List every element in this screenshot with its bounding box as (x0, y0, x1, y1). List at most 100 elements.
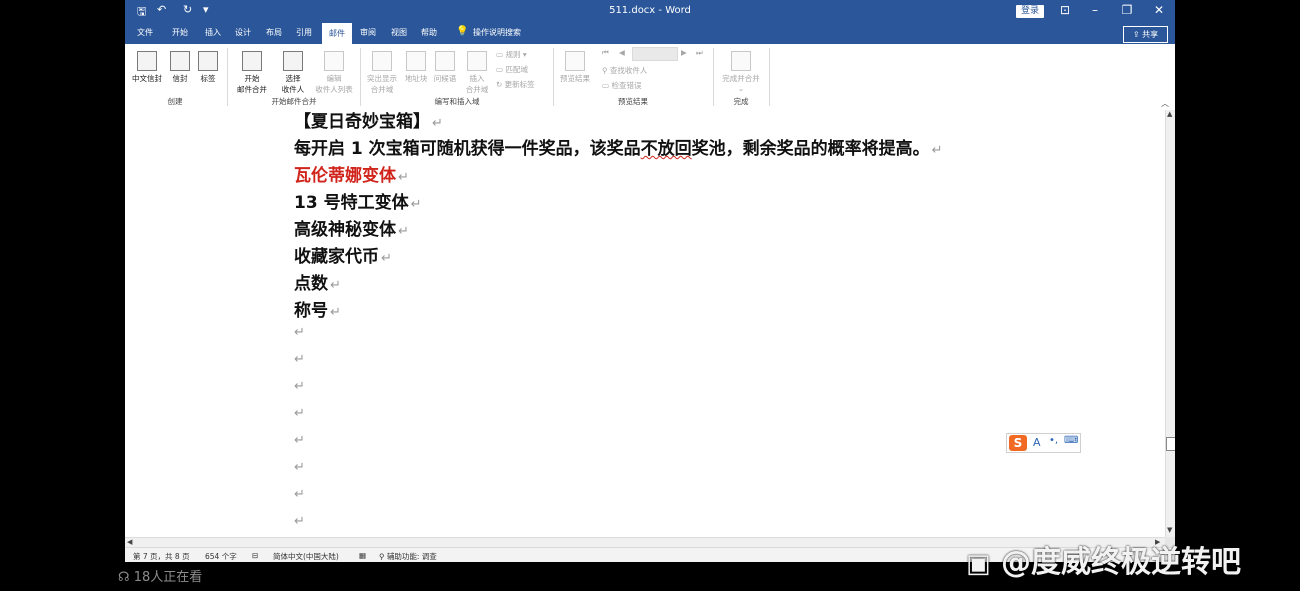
tab-mailings[interactable]: 邮件 (322, 23, 352, 44)
page-count[interactable]: 第 7 页，共 8 页 (133, 551, 190, 562)
first-record-icon[interactable]: ⏮ (602, 48, 609, 58)
select-label: 选择 (285, 74, 301, 83)
tab-file[interactable]: 文件 (137, 27, 153, 38)
punctuation-icon[interactable]: •, (1049, 435, 1058, 446)
ime-mode-letter[interactable]: A (1033, 436, 1041, 449)
tell-me-search[interactable]: 操作说明搜索 (473, 27, 521, 38)
empty-paragraph[interactable]: ↵ (294, 325, 305, 340)
doc-heading[interactable]: 【夏日奇妙宝箱】 ↵ (294, 107, 443, 132)
accessibility-status[interactable]: ⚲ 辅助功能: 调查 (379, 551, 437, 562)
doc-item[interactable]: 高级神秘变体 ↵ (294, 215, 409, 240)
select-recipients-button[interactable]: 选择 收件人 (275, 51, 311, 95)
viewers-text: 18人正在看 (133, 570, 203, 585)
doc-item[interactable]: 13 号特工变体 ↵ (294, 188, 421, 213)
tab-help[interactable]: 帮助 (421, 27, 437, 38)
envelope2-icon (170, 51, 190, 71)
minimize-icon[interactable]: – (1080, 3, 1110, 17)
find-recipient-button[interactable]: ⚲ 查找收件人 (602, 65, 647, 76)
empty-paragraph[interactable]: ↵ (294, 460, 305, 475)
envelope2-button[interactable]: 信封 (167, 51, 193, 84)
proofing-icon[interactable]: ⊟ (252, 551, 258, 560)
document-page[interactable]: 【夏日奇妙宝箱】 ↵ 每开启 1 次宝箱可随机获得一件奖品，该奖品不放回奖池，剩余… (125, 110, 1165, 537)
match-fields-button[interactable]: ▭ 匹配域 (496, 64, 528, 75)
tab-review[interactable]: 审阅 (360, 27, 376, 38)
labels-button[interactable]: 标签 (195, 51, 221, 84)
finish-dropdown-icon: ⌄ (737, 84, 745, 93)
paragraph-mark: ↵ (330, 305, 341, 320)
doc-item[interactable]: 称号 ↵ (294, 296, 341, 321)
check-errors-button[interactable]: ▭ 检查错误 (602, 80, 641, 91)
viewers-icon: ☊ (118, 570, 130, 585)
address-block-icon (406, 51, 426, 71)
scroll-up-icon[interactable]: ▲ (1167, 110, 1172, 118)
insert-merge-field-button[interactable]: 插入 合并域 (460, 51, 494, 95)
group-finish-label: 完成 (733, 97, 749, 106)
rules-button[interactable]: ▭ 规则 ▾ (496, 49, 527, 60)
tab-insert[interactable]: 插入 (205, 27, 221, 38)
login-button[interactable]: 登录 (1016, 5, 1044, 18)
envelope-button[interactable]: 中文信封 (130, 51, 164, 84)
paragraph-mark: ↵ (398, 224, 409, 239)
empty-paragraph[interactable]: ↵ (294, 433, 305, 448)
finish-merge-icon (731, 51, 751, 71)
word-count[interactable]: 654 个字 (205, 551, 237, 562)
next-record-icon[interactable]: ▶ (681, 48, 687, 57)
update-labels-button[interactable]: ↻ 更新标签 (496, 79, 535, 90)
tab-home[interactable]: 开始 (172, 27, 188, 38)
tab-layout[interactable]: 布局 (266, 27, 282, 38)
ribbon-display-icon[interactable]: ⊡ (1050, 3, 1080, 17)
collapse-ribbon-icon[interactable]: ︿ (1161, 98, 1169, 109)
close-icon[interactable]: ✕ (1144, 3, 1174, 17)
restore-icon[interactable]: ❐ (1112, 3, 1142, 17)
envelope-icon (137, 51, 157, 71)
vertical-scrollbar[interactable]: ▲ ▼ (1165, 110, 1175, 537)
empty-paragraph[interactable]: ↵ (294, 487, 305, 502)
record-number-field[interactable] (632, 47, 678, 61)
title-bar: 🖫 ↶ ↻ ▾ 511.docx - Word 登录 ⊡ – ❐ ✕ (125, 0, 1175, 23)
paragraph-mark: ↵ (432, 116, 443, 131)
share-button[interactable]: ⇪ 共享 (1123, 26, 1168, 43)
macro-icon[interactable]: ▦ (359, 551, 366, 560)
envelope-label: 中文信封 (132, 74, 162, 83)
insert-label2: 合并域 (465, 85, 489, 94)
start-merge-label: 开始 (244, 74, 260, 83)
empty-paragraph[interactable]: ↵ (294, 514, 305, 529)
start-merge-button[interactable]: 开始 邮件合并 (231, 51, 273, 95)
preview-results-button[interactable]: 预览结果 (556, 51, 594, 84)
empty-paragraph[interactable]: ↵ (294, 379, 305, 394)
keyboard-icon[interactable]: ⌨ (1064, 435, 1078, 446)
tab-references[interactable]: 引用 (296, 27, 312, 38)
highlight-fields-button[interactable]: 突出显示 合并域 (364, 51, 400, 95)
start-merge-icon (242, 51, 262, 71)
paragraph-mark: ↵ (381, 251, 392, 266)
edit-recipients-icon (324, 51, 344, 71)
scroll-left-icon[interactable]: ◀ (127, 538, 132, 546)
greeting-line-button[interactable]: 问候语 (431, 51, 459, 84)
empty-paragraph[interactable]: ↵ (294, 352, 305, 367)
tab-design[interactable]: 设计 (235, 27, 251, 38)
word-window: 🖫 ↶ ↻ ▾ 511.docx - Word 登录 ⊡ – ❐ ✕ 文件 开始… (125, 0, 1175, 562)
paragraph-mark: ↵ (398, 170, 409, 185)
heading-text: 【夏日奇妙宝箱】 (294, 112, 430, 132)
labels-label: 标签 (200, 74, 216, 83)
desc-text-a: 每开启 1 次宝箱可随机获得一件奖品，该奖品 (294, 139, 641, 159)
greeting-line-icon (435, 51, 455, 71)
edit-recipients-button[interactable]: 编辑 收件人列表 (312, 51, 356, 95)
language-status[interactable]: 简体中文(中国大陆) (273, 551, 339, 562)
address-block-button[interactable]: 地址块 (402, 51, 430, 84)
item-text: 收藏家代币 (294, 247, 379, 267)
doc-item[interactable]: 瓦伦蒂娜变体 ↵ (294, 161, 409, 186)
doc-description[interactable]: 每开启 1 次宝箱可随机获得一件奖品，该奖品不放回奖池，剩余奖品的概率将提高。 ↵ (294, 134, 943, 159)
finish-merge-button[interactable]: 完成并合并 ⌄ (717, 51, 765, 93)
doc-item[interactable]: 收藏家代币 ↵ (294, 242, 392, 267)
greeting-label: 问候语 (433, 74, 457, 83)
doc-item[interactable]: 点数 ↵ (294, 269, 341, 294)
vertical-scroll-thumb[interactable] (1166, 437, 1175, 451)
ime-toolbar[interactable]: S A •, ⌨ (1006, 433, 1081, 453)
last-record-icon[interactable]: ⏭ (696, 48, 703, 58)
empty-paragraph[interactable]: ↵ (294, 406, 305, 421)
tab-view[interactable]: 视图 (391, 27, 407, 38)
scroll-down-icon[interactable]: ▼ (1167, 526, 1172, 534)
prev-record-icon[interactable]: ◀ (619, 48, 625, 57)
highlight-label: 突出显示 (367, 74, 397, 83)
